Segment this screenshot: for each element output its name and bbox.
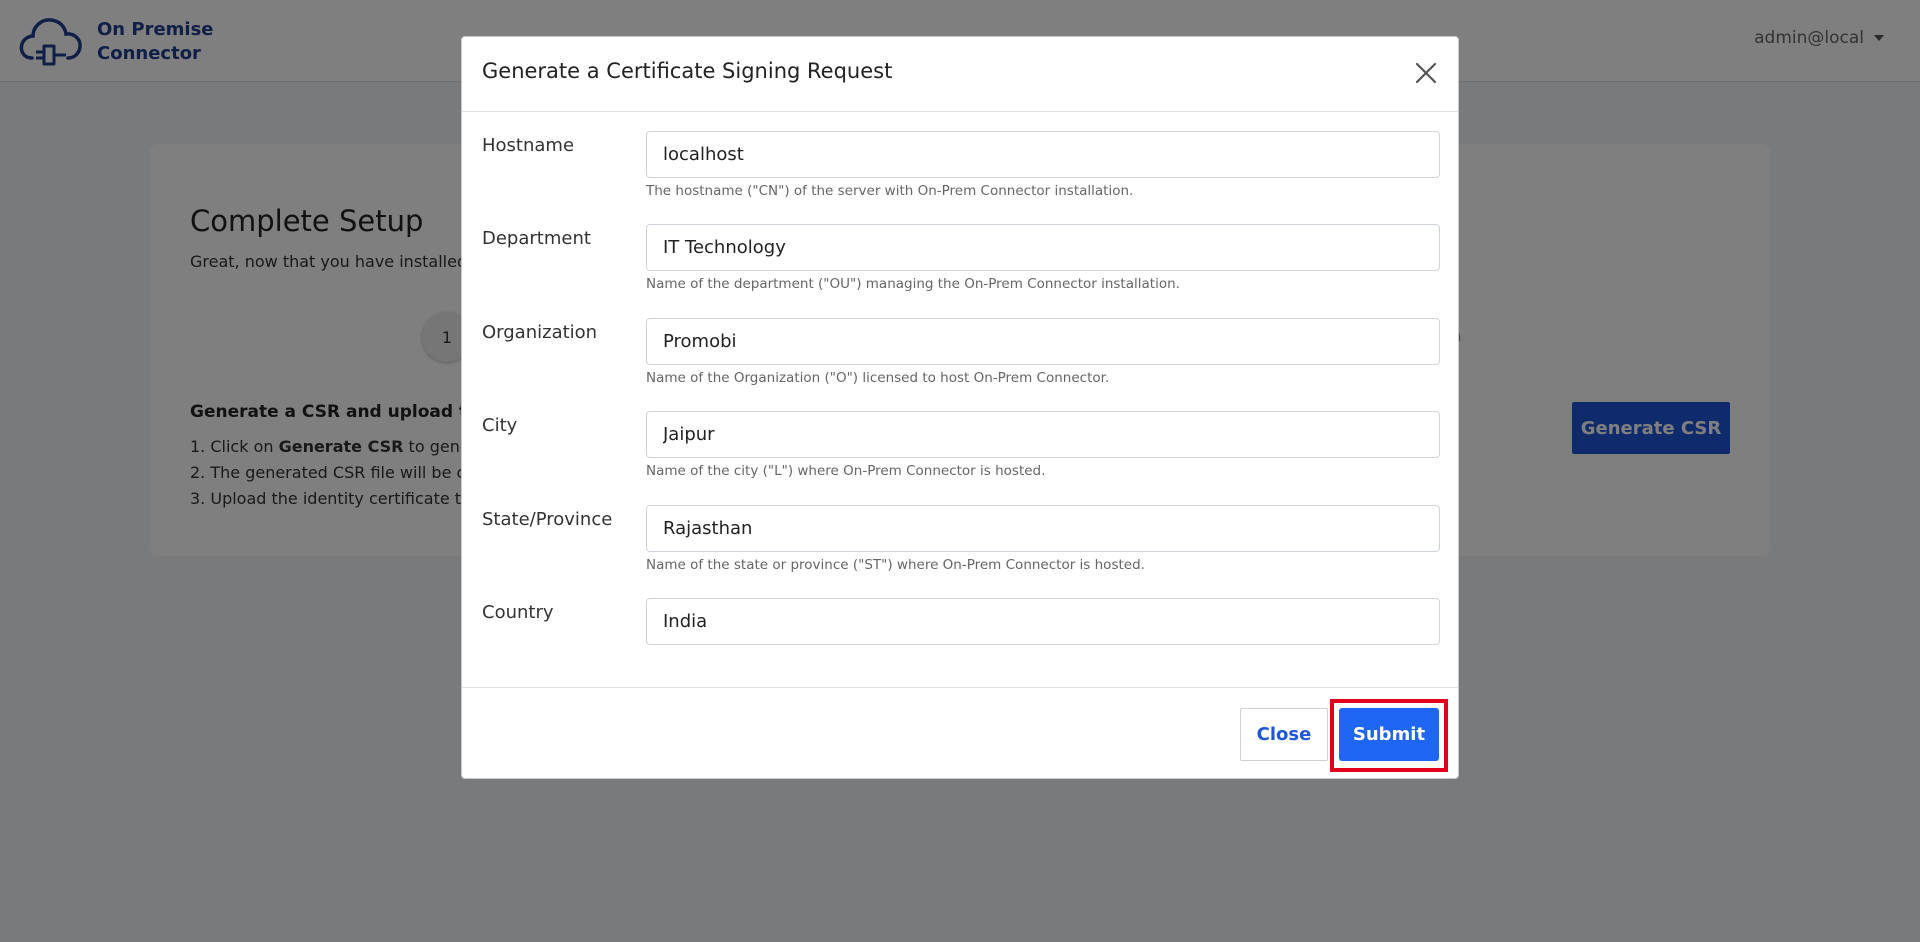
state-province-label: State/Province [482, 509, 613, 530]
department-label: Department [482, 228, 591, 249]
country-input[interactable] [646, 598, 1440, 645]
modal-title: Generate a Certificate Signing Request [482, 59, 893, 83]
department-help: Name of the department ("OU") managing t… [646, 276, 1180, 292]
close-icon[interactable] [1410, 57, 1442, 89]
organization-input[interactable] [646, 318, 1440, 365]
organization-help: Name of the Organization ("O") licensed … [646, 370, 1110, 386]
department-row: Department Name of the department ("OU")… [462, 224, 1458, 314]
organization-label: Organization [482, 322, 598, 343]
close-button[interactable]: Close [1240, 708, 1328, 761]
submit-button[interactable]: Submit [1339, 708, 1439, 761]
state-province-help: Name of the state or province ("ST") whe… [646, 557, 1145, 573]
state-province-row: State/Province Name of the state or prov… [462, 505, 1458, 595]
city-label: City [482, 415, 518, 436]
department-input[interactable] [646, 224, 1440, 271]
hostname-row: Hostname The hostname ("CN") of the serv… [462, 131, 1458, 221]
city-help: Name of the city ("L") where On-Prem Con… [646, 463, 1046, 479]
state-province-input[interactable] [646, 505, 1440, 552]
hostname-input[interactable] [646, 131, 1440, 178]
csr-modal: Generate a Certificate Signing Request H… [461, 36, 1459, 779]
modal-footer: Close Submit [462, 687, 1458, 780]
city-input[interactable] [646, 411, 1440, 458]
country-label: Country [482, 602, 554, 623]
hostname-help: The hostname ("CN") of the server with O… [646, 183, 1134, 199]
city-row: City Name of the city ("L") where On-Pre… [462, 411, 1458, 501]
modal-header: Generate a Certificate Signing Request [462, 37, 1458, 112]
country-row: Country [462, 598, 1458, 688]
organization-row: Organization Name of the Organization ("… [462, 318, 1458, 408]
hostname-label: Hostname [482, 135, 575, 156]
